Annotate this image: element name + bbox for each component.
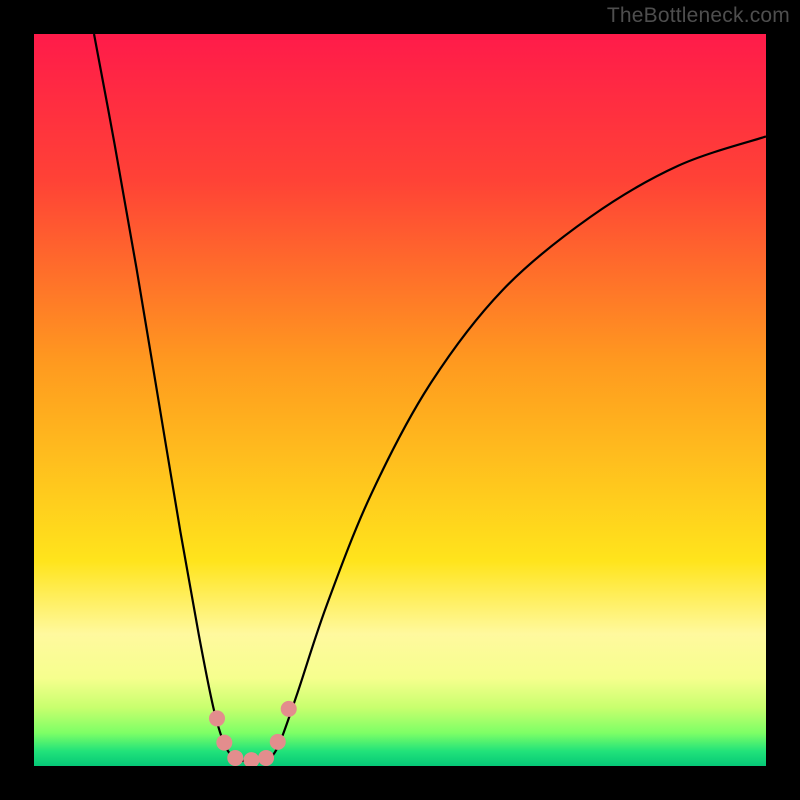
data-marker: [216, 735, 232, 751]
data-marker: [258, 750, 274, 766]
data-marker: [243, 752, 259, 766]
data-marker: [227, 750, 243, 766]
data-marker: [281, 701, 297, 717]
plot-area: [34, 34, 766, 766]
data-marker: [209, 710, 225, 726]
data-marker: [270, 734, 286, 750]
watermark-text: TheBottleneck.com: [607, 4, 790, 28]
chart-frame: TheBottleneck.com: [0, 0, 800, 800]
right-curve: [268, 136, 766, 760]
left-curve: [94, 34, 235, 761]
curve-layer: [34, 34, 766, 766]
